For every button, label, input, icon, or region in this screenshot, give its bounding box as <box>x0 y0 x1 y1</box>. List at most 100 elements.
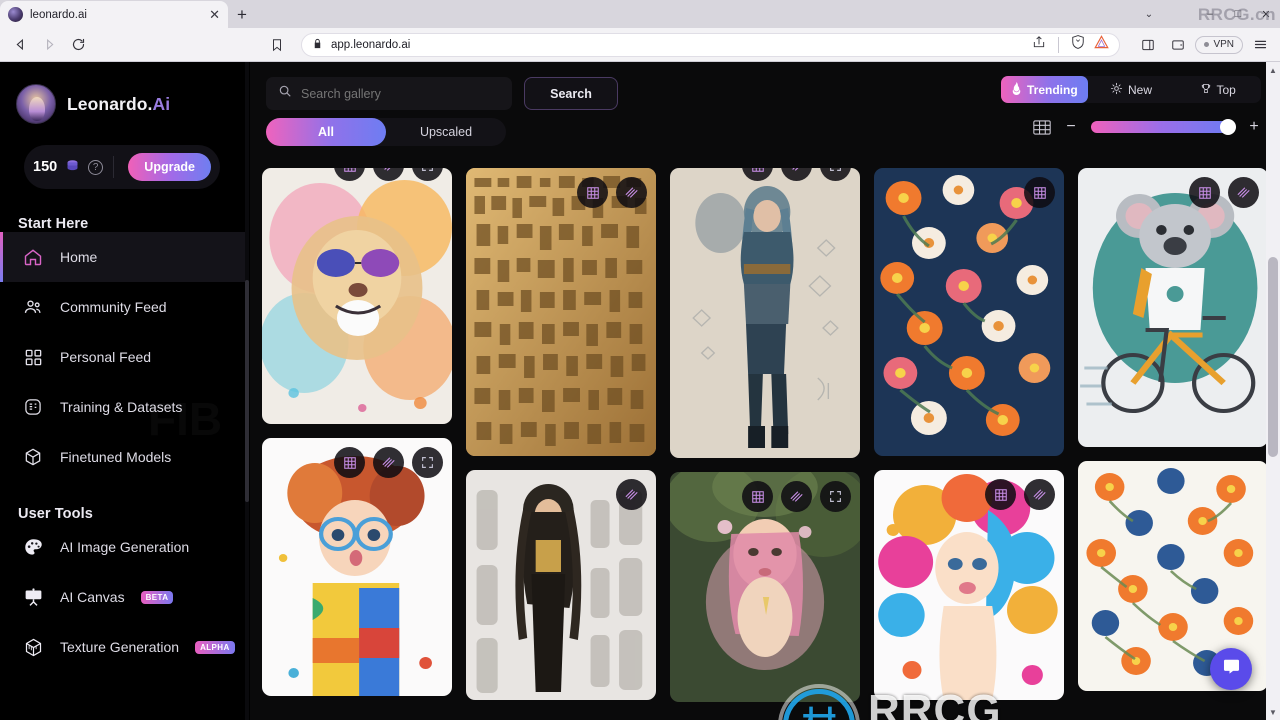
upscale-icon[interactable] <box>742 168 773 181</box>
texture-cube-icon <box>22 636 44 658</box>
intercom-launcher-button[interactable] <box>1210 648 1252 690</box>
lock-icon <box>312 36 323 54</box>
variations-icon[interactable] <box>1024 479 1055 510</box>
chevron-down-icon[interactable]: ⌄ <box>1136 0 1162 28</box>
share-icon[interactable] <box>1032 35 1046 54</box>
tab-all[interactable]: All <box>266 118 386 146</box>
tab-top[interactable]: Top <box>1174 76 1261 103</box>
upscale-icon[interactable] <box>334 447 365 478</box>
easel-icon <box>22 586 44 608</box>
coin-icon <box>65 158 80 176</box>
upscale-icon[interactable] <box>742 481 773 512</box>
sidebar-scrollbar-thumb[interactable] <box>245 280 249 502</box>
sidebar-item-training-datasets[interactable]: Training & Datasets <box>0 382 249 432</box>
tab-trending[interactable]: Trending <box>1001 76 1088 103</box>
card-actions <box>334 168 443 181</box>
window-close-button[interactable]: ✕ <box>1252 0 1280 28</box>
card-artwork-warrior <box>670 168 860 458</box>
upscale-icon[interactable] <box>334 168 365 181</box>
gallery-card[interactable] <box>670 472 860 702</box>
brave-wallet-icon[interactable] <box>1165 32 1191 58</box>
card-artwork-lion <box>262 168 452 424</box>
badge-alpha: ALPHA <box>195 640 235 654</box>
upgrade-button[interactable]: Upgrade <box>128 153 211 181</box>
brave-shields-icon[interactable] <box>1071 34 1085 55</box>
help-icon[interactable]: ? <box>88 159 104 175</box>
maximize-button[interactable]: □ <box>1224 0 1252 28</box>
gallery-card[interactable] <box>466 470 656 700</box>
search-input[interactable] <box>301 86 500 101</box>
vpn-button[interactable]: VPN <box>1195 35 1243 54</box>
tab-strip: leonardo.ai ✕ + ⌄ – □ ✕ RRCG.cn <box>0 0 1280 28</box>
grid-density-icon[interactable] <box>1033 119 1051 135</box>
new-tab-button[interactable]: + <box>228 1 256 28</box>
variations-icon[interactable] <box>781 481 812 512</box>
tab-upscaled[interactable]: Upscaled <box>386 118 506 146</box>
upscale-icon[interactable] <box>577 177 608 208</box>
brand-name-suffix: Ai <box>152 93 171 114</box>
sidebar-toggle-icon[interactable] <box>1135 32 1161 58</box>
divider <box>1058 36 1060 53</box>
masonry-columns <box>262 154 1268 702</box>
variations-icon[interactable] <box>616 479 647 510</box>
sidebar-item-community-feed[interactable]: Community Feed <box>0 282 249 332</box>
search-field-wrapper[interactable] <box>266 77 512 110</box>
app-sidebar: Leonardo.Ai 150 ? Upgrade Start Here Hom… <box>0 62 249 720</box>
sidebar-item-personal-feed[interactable]: Personal Feed <box>0 332 249 382</box>
brand-logo-row[interactable]: Leonardo.Ai <box>0 62 249 124</box>
page-scrollbar-thumb[interactable] <box>1268 257 1278 457</box>
sidebar-item-finetuned-models[interactable]: Finetuned Models <box>0 432 249 482</box>
zoom-in-button[interactable]: + <box>1247 118 1261 136</box>
upscale-icon[interactable] <box>1024 177 1055 208</box>
minimize-button[interactable]: – <box>1196 0 1224 28</box>
back-icon[interactable] <box>7 32 33 58</box>
gallery-card[interactable] <box>262 168 452 424</box>
variations-icon[interactable] <box>373 447 404 478</box>
sidebar-item-label: Texture Generation <box>60 639 180 655</box>
tab-new[interactable]: New <box>1088 76 1175 103</box>
gallery-column <box>262 154 452 702</box>
hamburger-menu-icon[interactable] <box>1247 32 1273 58</box>
variations-icon[interactable] <box>1228 177 1259 208</box>
gallery-card[interactable] <box>874 168 1064 456</box>
expand-icon[interactable] <box>820 168 851 181</box>
sidebar-item-ai-canvas[interactable]: AI Canvas BETA <box>0 572 249 622</box>
community-icon <box>22 296 44 318</box>
window-controls: – □ ✕ <box>1196 0 1280 28</box>
expand-icon[interactable] <box>412 447 443 478</box>
sidebar-item-texture-generation[interactable]: Texture Generation ALPHA <box>0 622 249 672</box>
upscale-icon[interactable] <box>1189 177 1220 208</box>
address-bar[interactable]: app.leonardo.ai <box>301 32 1121 57</box>
zoom-out-button[interactable]: − <box>1064 118 1078 136</box>
gallery-card[interactable] <box>262 438 452 696</box>
scroll-up-arrow-icon[interactable]: ▲ <box>1267 63 1279 77</box>
expand-icon[interactable] <box>412 168 443 181</box>
gallery-toolbar: Search All Upscaled Trending <box>250 62 1280 154</box>
brave-leo-icon[interactable] <box>1094 35 1110 54</box>
page-scrollbar-track[interactable]: ▲ ▼ <box>1266 62 1280 720</box>
variations-icon[interactable] <box>373 168 404 181</box>
zoom-slider-knob[interactable] <box>1220 119 1236 135</box>
variations-icon[interactable] <box>616 177 647 208</box>
gallery-card[interactable] <box>466 168 656 456</box>
search-button[interactable]: Search <box>524 77 618 110</box>
reload-icon[interactable] <box>65 32 91 58</box>
gallery-card[interactable] <box>874 470 1064 700</box>
variations-icon[interactable] <box>781 168 812 181</box>
close-icon[interactable]: ✕ <box>209 8 220 21</box>
scroll-down-arrow-icon[interactable]: ▼ <box>1267 705 1279 719</box>
sidebar-item-home[interactable]: Home <box>0 232 249 282</box>
gallery-card[interactable] <box>670 168 860 458</box>
browser-window: leonardo.ai ✕ + ⌄ – □ ✕ RRCG.cn app.leon… <box>0 0 1280 720</box>
image-gallery <box>250 154 1280 720</box>
card-artwork-floral-dark <box>874 168 1064 456</box>
zoom-slider[interactable] <box>1091 119 1236 135</box>
sidebar-item-ai-image-generation[interactable]: AI Image Generation <box>0 522 249 572</box>
palette-icon <box>22 536 44 558</box>
browser-tab[interactable]: leonardo.ai ✕ <box>0 1 228 28</box>
bookmark-icon[interactable] <box>264 32 290 58</box>
expand-icon[interactable] <box>820 481 851 512</box>
upscale-icon[interactable] <box>985 479 1016 510</box>
gallery-card[interactable] <box>1078 168 1268 447</box>
forward-icon[interactable] <box>36 32 62 58</box>
